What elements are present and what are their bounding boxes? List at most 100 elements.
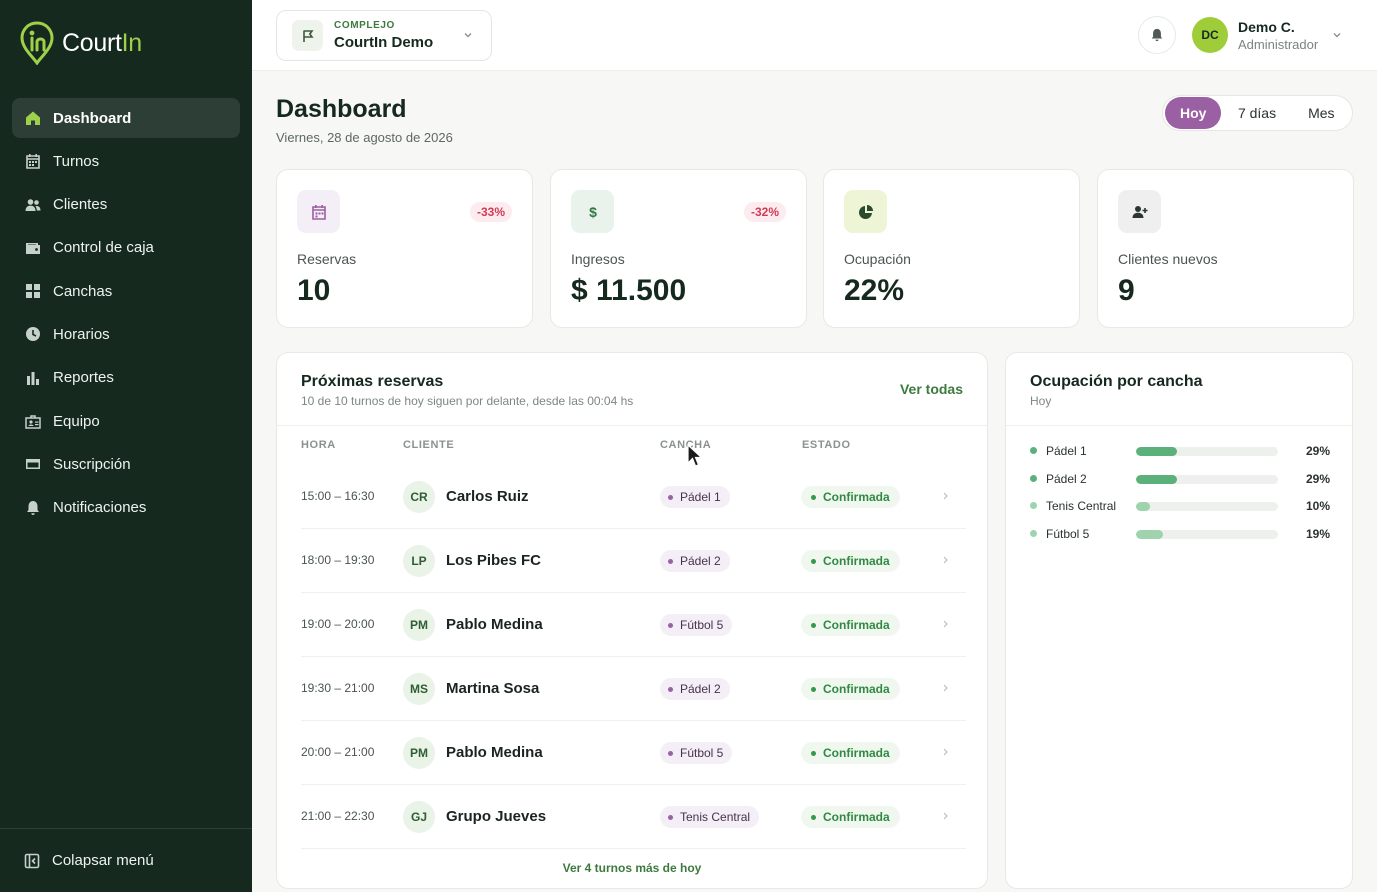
stat-label: Ocupación (844, 251, 911, 267)
collapse-menu-label: Colapsar menú (52, 852, 154, 869)
court-name: Tenis Central (680, 810, 751, 824)
row-client: Pablo Medina (446, 744, 543, 761)
sidebar-item-control-de-caja[interactable]: Control de caja (12, 228, 240, 268)
user-menu[interactable]: DC Demo C. Administrador (1192, 17, 1342, 53)
court-name: Pádel 2 (680, 682, 721, 696)
bar-chart-icon (24, 369, 41, 386)
court-dot (1030, 474, 1037, 482)
occupancy-title: Ocupación por cancha (1030, 373, 1203, 390)
court-dot (668, 814, 673, 820)
brand-name: CourtIn (62, 28, 142, 57)
court-dot (668, 686, 673, 692)
upcoming-reservations-card: Próximas reservas 10 de 10 turnos de hoy… (276, 352, 988, 889)
chevron-right-icon (943, 492, 948, 500)
table-row[interactable]: 20:00 – 21:00 PM Pablo Medina Fútbol 5 C… (301, 721, 966, 785)
sidebar-item-equipo[interactable]: Equipo (12, 401, 240, 441)
court-badge: Tenis Central (660, 806, 760, 828)
column-header-cliente: CLIENTE (403, 439, 455, 451)
stat-value: 22% (844, 274, 905, 307)
occupancy-bar-fill (1136, 447, 1178, 456)
notifications-button[interactable] (1138, 16, 1176, 54)
sidebar-item-label: Equipo (53, 412, 100, 430)
row-time: 21:00 – 22:30 (301, 809, 375, 823)
occupancy-bar-fill (1136, 529, 1163, 539)
divider (277, 425, 987, 426)
court-name: Tenis Central (1046, 499, 1117, 513)
sidebar-item-notificaciones[interactable]: Notificaciones (12, 488, 240, 528)
range-option-7-dias[interactable]: 7 días (1221, 97, 1292, 129)
stat-card-ingresos: $ -32% Ingresos $ 11.500 (550, 169, 807, 328)
occupancy-bar (1136, 474, 1278, 484)
occupancy-subtitle: Hoy (1030, 394, 1052, 408)
status-dot (811, 686, 816, 692)
reservations-title: Próximas reservas (301, 373, 444, 390)
status-label: Confirmada (823, 810, 890, 824)
collapse-icon (24, 853, 40, 868)
occupancy-percent: 19% (1305, 526, 1330, 541)
view-all-link[interactable]: Ver todas (900, 381, 963, 397)
status-badge: Confirmada (801, 486, 900, 508)
sidebar-item-reportes[interactable]: Reportes (12, 358, 240, 398)
stat-card-ocupacion: Ocupación 22% (823, 169, 1080, 328)
status-dot (811, 558, 816, 564)
stat-label: Clientes nuevos (1118, 251, 1218, 267)
court-dot (668, 622, 673, 628)
court-dot (1030, 529, 1037, 537)
status-label: Confirmada (823, 682, 890, 696)
table-row[interactable]: 18:00 – 19:30 LP Los Pibes FC Pádel 2 Co… (301, 529, 966, 593)
user-name: Demo C. (1238, 18, 1295, 35)
table-row[interactable]: 19:30 – 21:00 MS Martina Sosa Pádel 2 Co… (301, 657, 966, 721)
chevron-right-icon (943, 620, 948, 628)
status-badge: Confirmada (801, 614, 900, 636)
sidebar: CourtIn Dashboard Turnos Clientes Contro… (0, 0, 252, 892)
status-dot (811, 750, 816, 756)
sidebar-item-clientes[interactable]: Clientes (12, 185, 240, 225)
avatar: PM (403, 737, 435, 769)
view-more-link[interactable]: Ver 4 turnos más de hoy (277, 861, 987, 875)
occupancy-by-court-card: Ocupación por cancha Hoy Pádel 1 29% Pádel… (1005, 352, 1353, 889)
avatar: MS (403, 673, 435, 705)
collapse-menu-button[interactable]: Colapsar menú (0, 828, 252, 892)
sidebar-item-canchas[interactable]: Canchas (12, 271, 240, 311)
credit-card-icon (24, 456, 41, 473)
table-row[interactable]: 15:00 – 16:30 CR Carlos Ruiz Pádel 1 Con… (301, 465, 966, 529)
sidebar-item-label: Horarios (53, 325, 110, 343)
user-plus-icon (1118, 190, 1161, 233)
sidebar-item-horarios[interactable]: Horarios (12, 314, 240, 354)
row-client: Los Pibes FC (446, 552, 542, 569)
status-badge: Confirmada (801, 742, 900, 764)
court-name: Pádel 1 (680, 490, 721, 504)
complex-selector[interactable]: COMPLEJO CourtIn Demo (276, 10, 492, 61)
date-range-toggle: Hoy 7 días Mes (1162, 95, 1353, 131)
row-time: 19:30 – 21:00 (301, 681, 375, 695)
sidebar-item-label: Notificaciones (53, 499, 147, 517)
row-client: Pablo Medina (446, 616, 543, 633)
court-dot (1030, 447, 1037, 454)
court-badge: Pádel 2 (660, 550, 730, 572)
user-role: Administrador (1238, 36, 1319, 52)
stat-value: 9 (1118, 274, 1135, 307)
stat-label: Ingresos (571, 251, 625, 267)
table-row[interactable]: 19:00 – 20:00 PM Pablo Medina Fútbol 5 C… (301, 593, 966, 657)
dollar-icon: $ (571, 190, 614, 233)
sidebar-item-turnos[interactable]: Turnos (12, 141, 240, 181)
sidebar-item-suscripcion[interactable]: Suscripción (12, 444, 240, 484)
complex-caption: COMPLEJO (334, 20, 395, 31)
column-header-cancha: CANCHA (660, 439, 712, 451)
brand-logo[interactable]: CourtIn (20, 21, 142, 65)
court-name: Pádel 2 (1046, 471, 1087, 486)
range-option-mes[interactable]: Mes (1293, 97, 1350, 129)
occupancy-bar (1136, 502, 1278, 511)
row-client: Martina Sosa (446, 680, 540, 697)
chevron-right-icon (943, 684, 948, 692)
court-badge: Pádel 1 (660, 486, 730, 508)
flag-icon (292, 20, 323, 51)
chevron-right-icon (943, 748, 948, 756)
change-badge: -33% (469, 202, 512, 222)
range-option-hoy[interactable]: Hoy (1165, 97, 1222, 129)
table-row[interactable]: 21:00 – 22:30 GJ Grupo Jueves Tenis Cent… (301, 785, 966, 849)
sidebar-item-label: Canchas (53, 282, 113, 300)
court-dot (668, 750, 673, 756)
sidebar-item-dashboard[interactable]: Dashboard (12, 98, 240, 138)
chevron-right-icon (943, 556, 948, 564)
